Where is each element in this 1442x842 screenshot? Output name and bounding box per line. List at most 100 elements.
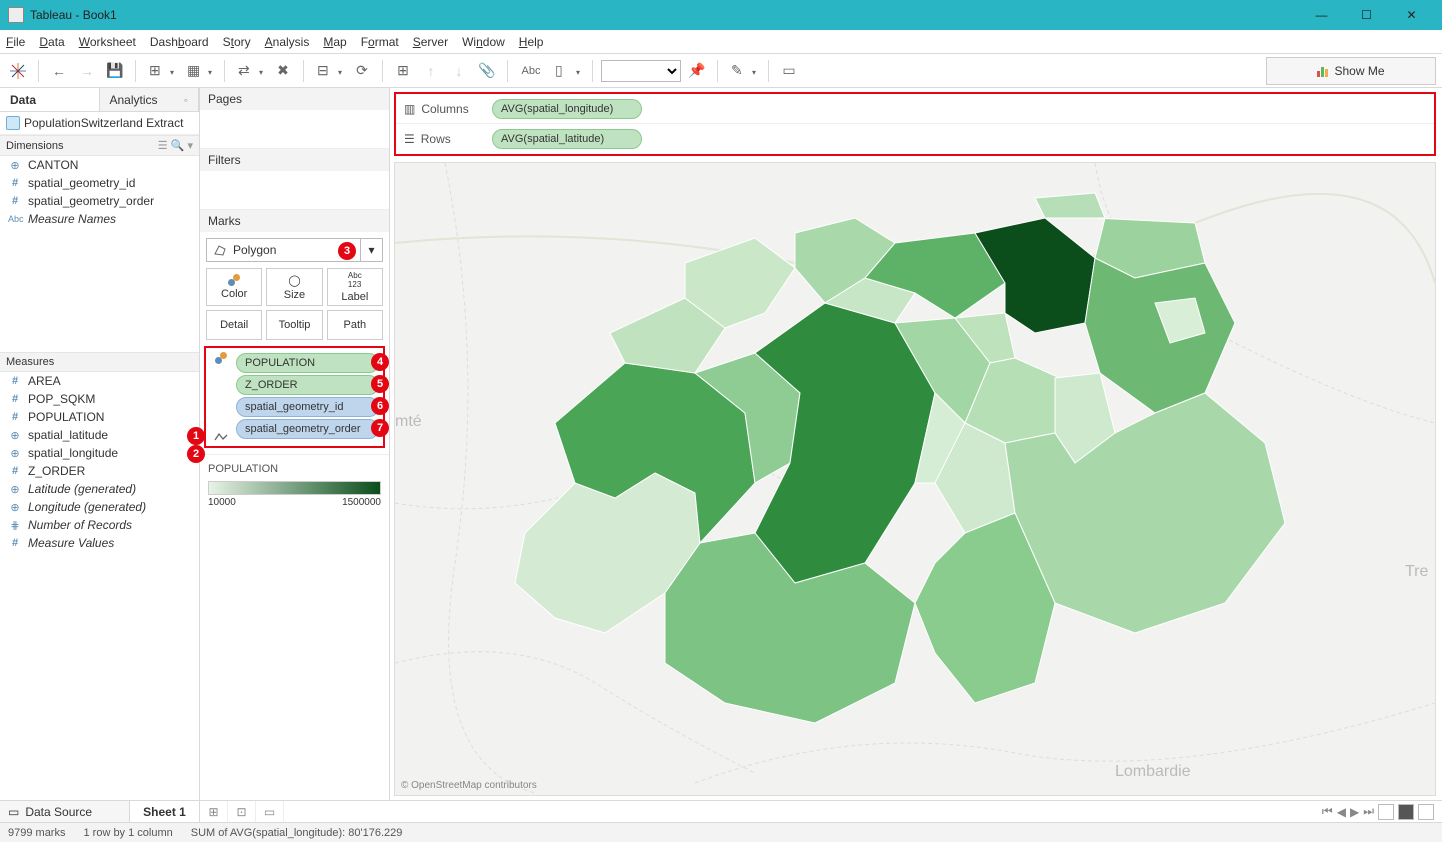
measure-field[interactable]: spatial_latitude1 <box>0 426 199 444</box>
data-tab[interactable]: Data <box>0 88 100 111</box>
annotation-badge: 7 <box>371 419 389 437</box>
measure-field[interactable]: spatial_longitude2 <box>0 444 199 462</box>
columns-shelf[interactable]: AVG(spatial_longitude) <box>486 99 1434 119</box>
highlighter-button[interactable]: 📎 <box>475 59 499 83</box>
sort-desc-button[interactable]: ↓ <box>447 59 471 83</box>
statusbar: 9799 marks 1 row by 1 column SUM of AVG(… <box>0 822 1442 842</box>
dimensions-search-icon[interactable]: ☰ 🔍 ▾ <box>158 139 193 152</box>
datasource-tab[interactable]: ▭Data Source <box>0 801 130 822</box>
sheet1-tab[interactable]: Sheet 1 <box>130 801 200 822</box>
field-icon <box>8 447 22 460</box>
map-canvas[interactable]: mtéensteinTreLombardie <box>394 162 1436 796</box>
menu-server[interactable]: Server <box>413 35 448 49</box>
marks-shelf-header: Marks <box>200 210 389 232</box>
rows-shelf[interactable]: AVG(spatial_latitude) <box>486 129 1434 149</box>
datasource-tab-icon: ▭ <box>8 805 19 819</box>
menu-worksheet[interactable]: Worksheet <box>79 35 136 49</box>
measure-field[interactable]: Z_ORDER <box>0 462 199 480</box>
highlight-button[interactable]: ✎ <box>726 59 760 83</box>
menu-help[interactable]: Help <box>519 35 544 49</box>
nav-last-icon[interactable]: ⏭ <box>1363 804 1374 819</box>
nav-next-icon[interactable]: ▶ <box>1350 805 1359 819</box>
menu-format[interactable]: Format <box>361 35 399 49</box>
mark-pill[interactable]: spatial_geometry_id <box>236 397 379 417</box>
color-icon <box>228 274 240 286</box>
label-button[interactable]: Abc123Label <box>327 268 383 306</box>
detail-button[interactable]: Detail <box>206 310 262 340</box>
filters-shelf[interactable] <box>200 171 389 209</box>
group-button[interactable]: ⊞ <box>391 59 415 83</box>
measure-field[interactable]: AREA <box>0 372 199 390</box>
presentation-button[interactable]: ▭ <box>777 59 801 83</box>
view-filmstrip-icon[interactable] <box>1398 804 1414 820</box>
menu-window[interactable]: Window <box>462 35 505 49</box>
path-button[interactable]: Path <box>327 310 383 340</box>
status-sum: SUM of AVG(spatial_longitude): 80'176.22… <box>191 827 403 839</box>
dimension-field[interactable]: Measure Names <box>0 210 199 228</box>
app-icon <box>8 7 24 23</box>
menu-analysis[interactable]: Analysis <box>265 35 310 49</box>
menu-map[interactable]: Map <box>323 35 346 49</box>
rows-label: ☰ Rows <box>396 132 486 146</box>
new-worksheet-icon[interactable]: ⊞ <box>200 801 228 822</box>
menu-file[interactable]: File <box>6 35 25 49</box>
menu-dashboard[interactable]: Dashboard <box>150 35 209 49</box>
measure-field[interactable]: Number of Records <box>0 516 199 534</box>
datasource-item[interactable]: PopulationSwitzerland Extract <box>0 112 199 135</box>
measure-field[interactable]: POP_SQKM <box>0 390 199 408</box>
field-icon <box>8 159 22 172</box>
forward-button[interactable]: → <box>75 59 99 83</box>
field-icon <box>8 429 22 442</box>
labels-button[interactable]: Abc <box>516 59 546 83</box>
mark-type-select[interactable]: Polygon 3 <box>206 238 361 262</box>
nav-first-icon[interactable]: ⏮ <box>1322 804 1333 819</box>
mark-pill[interactable]: POPULATION <box>236 353 379 373</box>
measure-field[interactable]: Latitude (generated) <box>0 480 199 498</box>
menu-story[interactable]: Story <box>223 35 251 49</box>
close-button[interactable]: ✕ <box>1389 0 1434 30</box>
pages-shelf[interactable] <box>200 110 389 148</box>
swap-button[interactable]: ⇄ <box>233 59 267 83</box>
mark-pill[interactable]: Z_ORDER <box>236 375 379 395</box>
measure-field[interactable]: Longitude (generated) <box>0 498 199 516</box>
tooltip-button[interactable]: Tooltip <box>266 310 322 340</box>
show-me-button[interactable]: Show Me <box>1266 57 1436 85</box>
back-button[interactable]: ← <box>47 59 71 83</box>
maximize-button[interactable]: ☐ <box>1344 0 1389 30</box>
new-story-icon[interactable]: ▭ <box>256 801 284 822</box>
new-dashboard-icon[interactable]: ⊡ <box>228 801 256 822</box>
dimension-field[interactable]: spatial_geometry_order <box>0 192 199 210</box>
save-button[interactable]: 💾 <box>103 59 127 83</box>
dimension-field[interactable]: CANTON <box>0 156 199 174</box>
rows-pill[interactable]: AVG(spatial_latitude) <box>492 129 642 149</box>
field-icon <box>8 411 22 423</box>
fit-select[interactable] <box>601 60 681 82</box>
legend-gradient[interactable] <box>208 481 381 495</box>
new-worksheet-button[interactable]: ▦ <box>182 59 216 83</box>
size-button[interactable]: ◯Size <box>266 268 322 306</box>
minimize-button[interactable]: — <box>1299 0 1344 30</box>
tableau-logo-icon[interactable] <box>6 59 30 83</box>
new-datasource-button[interactable]: ⊞ <box>144 59 178 83</box>
refresh-button[interactable]: ⟳ <box>350 59 374 83</box>
clear-button[interactable]: ✖ <box>271 59 295 83</box>
menu-data[interactable]: Data <box>39 35 64 49</box>
sort-asc-button[interactable]: ↑ <box>419 59 443 83</box>
dimension-field[interactable]: spatial_geometry_id <box>0 174 199 192</box>
fit-button[interactable]: ▯ <box>550 59 584 83</box>
measure-field[interactable]: Measure Values <box>0 534 199 552</box>
mark-pill[interactable]: spatial_geometry_order <box>236 419 379 439</box>
analytics-tab[interactable]: Analytics◦ <box>100 88 200 111</box>
measure-field[interactable]: POPULATION <box>0 408 199 426</box>
auto-update-button[interactable]: ⊟ <box>312 59 346 83</box>
view-tabs-icon[interactable] <box>1378 804 1394 820</box>
status-marks: 9799 marks <box>8 827 65 839</box>
color-button[interactable]: Color <box>206 268 262 306</box>
columns-pill[interactable]: AVG(spatial_longitude) <box>492 99 642 119</box>
nav-prev-icon[interactable]: ◀ <box>1337 805 1346 819</box>
pin-button[interactable]: 📌 <box>685 59 709 83</box>
field-icon <box>8 537 22 549</box>
mark-type-dropdown[interactable]: ▾ <box>361 238 383 262</box>
view-thumb-icon[interactable] <box>1418 804 1434 820</box>
status-rows: 1 row by 1 column <box>83 827 172 839</box>
